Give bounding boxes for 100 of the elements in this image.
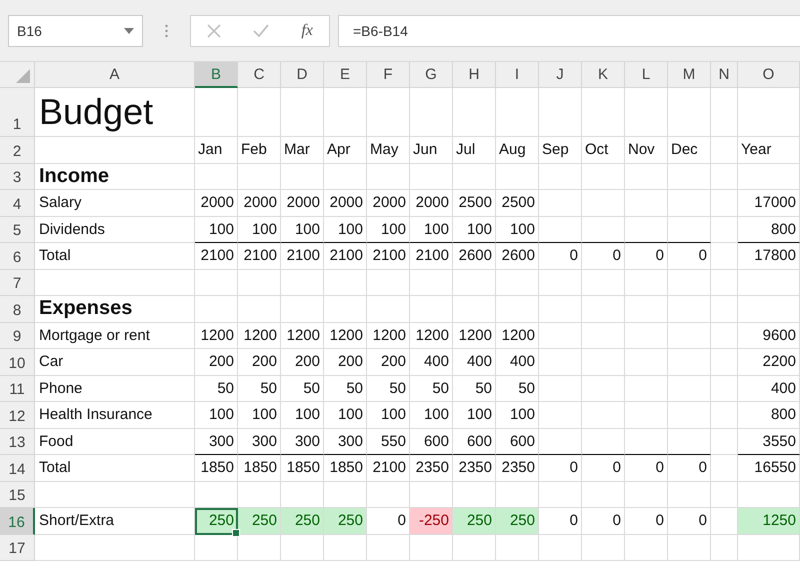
empty-cell	[539, 296, 582, 322]
empty-cell	[668, 534, 711, 561]
table-cell: 100	[410, 402, 453, 428]
row-header[interactable]: 16	[0, 508, 35, 534]
column-header[interactable]: I	[496, 62, 539, 88]
empty-cell	[453, 270, 496, 296]
empty-cell	[539, 376, 582, 402]
table-cell: 9600	[738, 322, 800, 349]
column-header[interactable]: K	[582, 62, 625, 88]
empty-cell	[738, 88, 800, 137]
row-label: Total	[35, 243, 195, 270]
column-header[interactable]: F	[367, 62, 410, 88]
empty-cell	[410, 270, 453, 296]
table-cell: 2000	[367, 190, 410, 216]
table-cell: 50	[238, 376, 281, 402]
column-header[interactable]: O	[738, 62, 800, 88]
column-header[interactable]: H	[453, 62, 496, 88]
row-header[interactable]: 15	[0, 482, 35, 508]
row-header[interactable]: 7	[0, 270, 35, 296]
table-cell: 800	[738, 402, 800, 428]
column-header[interactable]: D	[281, 62, 324, 88]
column-header[interactable]: G	[410, 62, 453, 88]
table-cell: 400	[738, 376, 800, 402]
table-cell: 2000	[281, 190, 324, 216]
select-all-icon[interactable]	[16, 69, 30, 83]
table-cell: 1200	[195, 322, 238, 349]
table-cell: 250	[496, 508, 539, 534]
insert-function-button[interactable]: fx	[301, 22, 313, 40]
row-header[interactable]: 12	[0, 402, 35, 428]
row-label: Car	[35, 349, 195, 376]
table-cell: 1850	[324, 455, 367, 482]
table-cell: 17000	[738, 190, 800, 216]
empty-cell	[668, 164, 711, 190]
table-cell: 50	[410, 376, 453, 402]
column-header[interactable]: M	[668, 62, 711, 88]
empty-cell	[324, 164, 367, 190]
empty-cell	[238, 296, 281, 322]
name-box[interactable]: B16	[8, 14, 143, 46]
empty-cell	[711, 428, 738, 455]
empty-cell	[582, 534, 625, 561]
table-cell: 2000	[195, 190, 238, 216]
check-icon[interactable]	[253, 24, 270, 37]
table-cell: 100	[453, 216, 496, 243]
formula-bar[interactable]: =B6-B14	[338, 14, 800, 46]
table-cell: 1850	[238, 455, 281, 482]
row-header[interactable]: 3	[0, 164, 35, 190]
empty-cell	[738, 534, 800, 561]
table-cell: 250	[281, 508, 324, 534]
row-label: Total	[35, 455, 195, 482]
table-cell: 2000	[324, 190, 367, 216]
empty-cell	[281, 534, 324, 561]
row-label: Phone	[35, 376, 195, 402]
month-header: Jun	[410, 137, 453, 164]
row-header[interactable]: 13	[0, 428, 35, 455]
row-header[interactable]: 5	[0, 216, 35, 243]
row-header[interactable]: 11	[0, 376, 35, 402]
row-header[interactable]: 17	[0, 534, 35, 561]
column-header[interactable]: E	[324, 62, 367, 88]
table-cell: 1200	[496, 322, 539, 349]
cancel-icon[interactable]	[207, 24, 222, 38]
column-header[interactable]: N	[711, 62, 738, 88]
column-header[interactable]: A	[35, 62, 195, 88]
month-header: Oct	[582, 137, 625, 164]
row-header[interactable]: 2	[0, 137, 35, 164]
column-header[interactable]: C	[238, 62, 281, 88]
table-cell: 0	[539, 508, 582, 534]
empty-cell	[582, 296, 625, 322]
row-header[interactable]: 4	[0, 190, 35, 216]
empty-cell	[238, 534, 281, 561]
column-header[interactable]: B	[195, 62, 238, 88]
table-cell: 0	[582, 455, 625, 482]
fill-handle[interactable]	[232, 528, 240, 536]
sheet-title: Budget	[35, 88, 195, 137]
row-header[interactable]: 8	[0, 296, 35, 322]
table-cell: 200	[281, 349, 324, 376]
month-header: Jan	[195, 137, 238, 164]
empty-cell	[281, 296, 324, 322]
column-header[interactable]: J	[539, 62, 582, 88]
row-header[interactable]: 9	[0, 322, 35, 349]
month-header: Mar	[281, 137, 324, 164]
table-cell: 50	[367, 376, 410, 402]
empty-cell	[496, 270, 539, 296]
row-header[interactable]: 14	[0, 455, 35, 482]
row-header[interactable]: 10	[0, 349, 35, 376]
empty-cell	[668, 376, 711, 402]
empty-cell	[625, 376, 668, 402]
drag-handle-icon[interactable]	[165, 24, 168, 38]
column-header[interactable]: L	[625, 62, 668, 88]
row-header[interactable]: 1	[0, 88, 35, 137]
row-header[interactable]: 6	[0, 243, 35, 270]
empty-cell	[539, 482, 582, 508]
empty-cell	[324, 270, 367, 296]
month-header: Nov	[625, 137, 668, 164]
table-cell: 300	[238, 428, 281, 455]
selected-cell[interactable]: 250	[195, 508, 238, 534]
row-label: Mortgage or rent	[35, 322, 195, 349]
empty-cell	[238, 164, 281, 190]
empty-cell	[539, 402, 582, 428]
table-cell: 2100	[367, 243, 410, 270]
empty-cell	[711, 164, 738, 190]
